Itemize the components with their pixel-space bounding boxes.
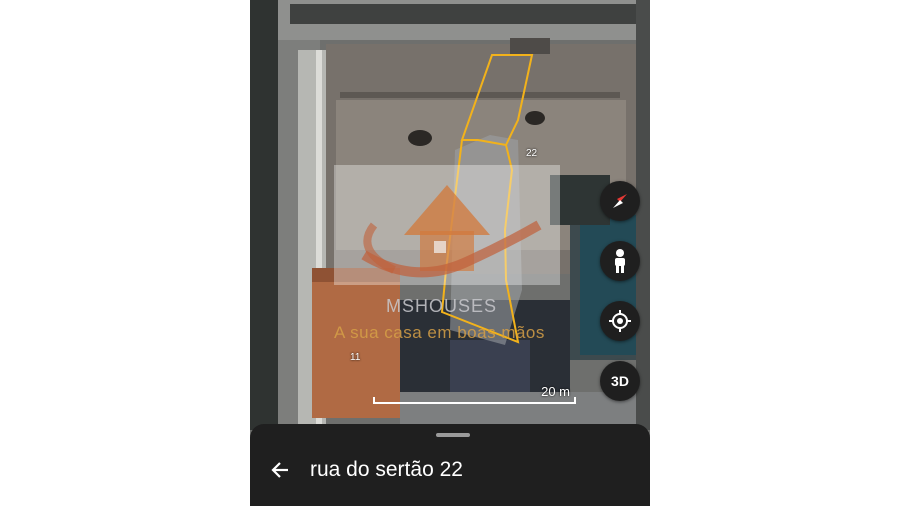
scale-bar (373, 397, 576, 404)
place-bottom-sheet[interactable]: rua do sertão 22 (250, 424, 650, 506)
lot-number-11: 11 (350, 352, 361, 363)
tree-shadow (525, 111, 545, 125)
chimney (510, 38, 550, 54)
drag-handle[interactable] (436, 433, 470, 437)
view-3d-button[interactable]: 3D (600, 361, 640, 401)
compass-button[interactable] (600, 181, 640, 221)
watermark-brand: MSHOUSES (386, 296, 498, 316)
street-view-button[interactable] (600, 241, 640, 281)
back-button[interactable] (264, 454, 296, 486)
parcel-boundary-north (460, 54, 534, 147)
arrow-left-icon (271, 462, 288, 478)
map-screen: 22 11 MSHOUSES A sua casa em boas mãos 2… (250, 0, 650, 506)
compass-icon (613, 194, 627, 208)
satellite-map[interactable]: 22 11 MSHOUSES A sua casa em boas mãos 2… (250, 0, 650, 430)
tree-shadow (408, 130, 432, 146)
place-title: rua do sertão 22 (310, 458, 463, 481)
my-location-button[interactable] (600, 301, 640, 341)
my-location-icon (609, 310, 631, 332)
lot-number-22: 22 (526, 148, 538, 159)
mshouses-logo-watermark (334, 165, 560, 285)
watermark-slogan: A sua casa em boas mãos (334, 323, 545, 342)
pegman-icon (615, 249, 625, 273)
